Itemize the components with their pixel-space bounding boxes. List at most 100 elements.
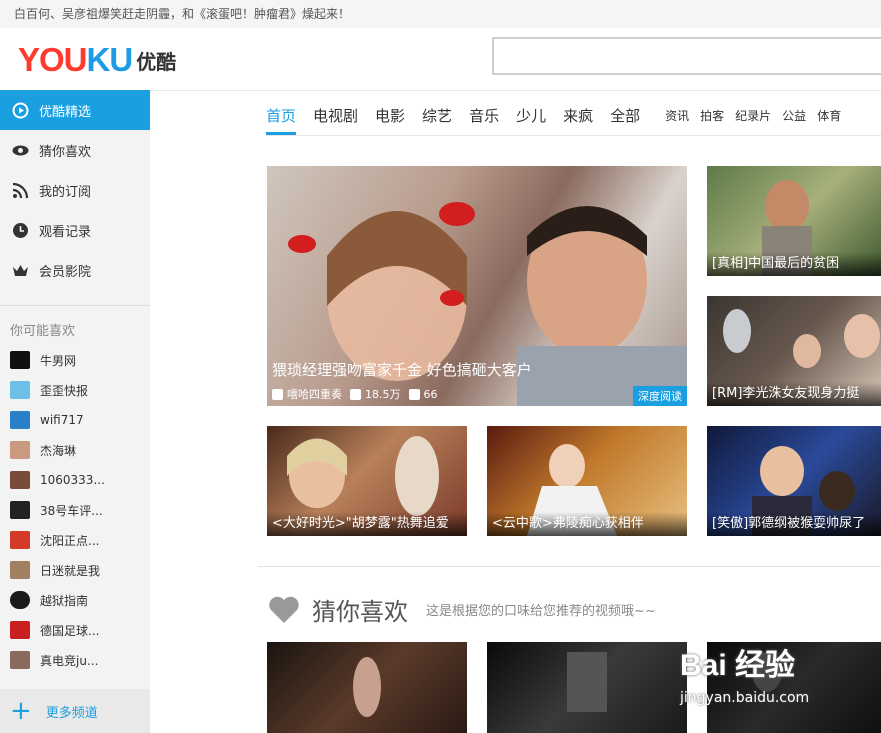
logo-text-ku: KU bbox=[86, 41, 134, 78]
search-input[interactable] bbox=[494, 39, 881, 73]
channel-avatar bbox=[10, 411, 30, 429]
video-card[interactable]: [RM]李光洙女友现身力挺 bbox=[707, 296, 881, 406]
tab-music[interactable]: 音乐 bbox=[469, 105, 499, 135]
channel-item[interactable]: 日迷就是我 bbox=[0, 555, 150, 585]
deep-read-badge[interactable]: 深度阅读 bbox=[633, 386, 687, 406]
tab-documentary[interactable]: 纪录片 bbox=[735, 107, 771, 135]
play-circle-icon bbox=[12, 102, 29, 119]
youku-logo[interactable]: YOUKU 优酷 bbox=[18, 41, 177, 78]
video-card[interactable]: <云中歌>弗陵痴心获相伴 bbox=[487, 426, 687, 536]
sidebar-item-subscriptions[interactable]: 我的订阅 bbox=[0, 170, 150, 210]
channel-avatar bbox=[10, 561, 30, 579]
logo-text-cn: 优酷 bbox=[136, 49, 177, 74]
channel-avatar bbox=[10, 501, 30, 519]
eye-icon bbox=[12, 142, 29, 159]
tab-home[interactable]: 首页 bbox=[266, 105, 297, 135]
sidebar-item-guess-you-like[interactable]: 猜你喜欢 bbox=[0, 130, 150, 170]
channel-name: wifi717 bbox=[40, 413, 84, 427]
sidebar-item-label: 猜你喜欢 bbox=[39, 144, 92, 160]
video-caption: <云中歌>弗陵痴心获相伴 bbox=[487, 512, 687, 536]
tab-variety[interactable]: 综艺 bbox=[422, 105, 452, 135]
channel-item[interactable]: 牛男网 bbox=[0, 345, 150, 375]
tab-sports[interactable]: 体育 bbox=[817, 107, 841, 135]
video-card[interactable] bbox=[487, 642, 687, 733]
channel-item[interactable]: 38号车评... bbox=[0, 495, 150, 525]
baidu-watermark: Bai 经验 bbox=[680, 649, 796, 682]
hero-comments: 66 bbox=[423, 387, 438, 401]
baidu-watermark-url: jingyan.baidu.com bbox=[680, 690, 810, 706]
tab-tv-series[interactable]: 电视剧 bbox=[313, 105, 358, 135]
channel-item[interactable]: 德国足球... bbox=[0, 615, 150, 645]
video-thumbnail bbox=[353, 657, 381, 717]
hero-uploader: 嘻哈四重奏 bbox=[287, 388, 342, 401]
video-card[interactable]: [笑傲]郭德纲被猴耍帅尿了 bbox=[707, 426, 881, 536]
channel-avatar bbox=[10, 591, 30, 609]
channel-name: 真电竞ju... bbox=[40, 653, 99, 668]
channel-avatar bbox=[10, 441, 30, 459]
top-news-ticker[interactable]: 白百何、吴彦祖爆笑赶走阴霾，和《滚蛋吧！肿瘤君》燥起来！ bbox=[0, 0, 881, 28]
video-caption: <大好时光>"胡梦露"热舞追爱 bbox=[267, 512, 467, 536]
channel-name: 1060333... bbox=[40, 473, 105, 487]
tab-kids[interactable]: 少儿 bbox=[516, 105, 546, 135]
channel-avatar bbox=[10, 351, 30, 369]
crown-icon bbox=[12, 262, 29, 279]
more-channels-button[interactable]: + 更多频道 bbox=[0, 689, 150, 733]
header: YOUKU 优酷 bbox=[0, 28, 881, 91]
more-channels-label: 更多频道 bbox=[45, 705, 98, 721]
tab-news[interactable]: 资讯 bbox=[665, 107, 689, 135]
channel-name: 杰海琳 bbox=[40, 443, 77, 458]
tab-all[interactable]: 全部 bbox=[610, 105, 640, 135]
section-divider bbox=[258, 566, 881, 567]
tab-movies[interactable]: 电影 bbox=[375, 105, 405, 135]
video-card[interactable]: <大好时光>"胡梦露"热舞追爱 bbox=[267, 426, 467, 536]
video-card[interactable] bbox=[267, 642, 467, 733]
logo-text-you: YOU bbox=[18, 41, 88, 78]
comment-icon bbox=[408, 388, 420, 400]
tab-charity[interactable]: 公益 bbox=[782, 107, 806, 135]
tab-paike[interactable]: 拍客 bbox=[700, 107, 724, 135]
channel-item[interactable]: 越狱指南 bbox=[0, 585, 150, 615]
channel-item[interactable]: 真电竞ju... bbox=[0, 645, 150, 675]
uploader-icon bbox=[272, 388, 283, 400]
channel-name: 38号车评... bbox=[40, 503, 103, 518]
video-card[interactable]: [真相]中国最后的贫困 bbox=[707, 166, 881, 276]
channel-name: 沈阳正点... bbox=[40, 533, 100, 548]
video-caption: [真相]中国最后的贫困 bbox=[707, 252, 881, 276]
category-nav: 首页 电视剧 电影 综艺 音乐 少儿 来疯 全部 资讯 拍客 纪录片 公益 体育 bbox=[266, 90, 881, 136]
channel-item[interactable]: 沈阳正点... bbox=[0, 525, 150, 555]
clock-icon bbox=[12, 222, 29, 239]
channel-avatar bbox=[10, 651, 30, 669]
sidebar: 优酷精选 猜你喜欢 我的订阅 观看记录 会员影院 你可能喜欢 牛男网 歪歪快报 … bbox=[0, 90, 150, 733]
section-subtitle: 这是根据您的口味给您推荐的视频哦~~ bbox=[426, 604, 656, 619]
channel-name: 德国足球... bbox=[40, 623, 100, 638]
channel-name: 歪歪快报 bbox=[40, 383, 89, 398]
sidebar-item-watch-history[interactable]: 观看记录 bbox=[0, 210, 150, 250]
sidebar-item-label: 观看记录 bbox=[39, 224, 92, 240]
hero-meta: 嘻哈四重奏 18.5万 66 bbox=[272, 386, 446, 402]
rss-icon bbox=[12, 182, 29, 199]
search-box[interactable] bbox=[492, 37, 881, 75]
sidebar-item-vip-theater[interactable]: 会员影院 bbox=[0, 250, 150, 290]
section-title: 猜你喜欢 bbox=[312, 598, 408, 626]
channel-avatar bbox=[10, 621, 30, 639]
channel-item[interactable]: wifi717 bbox=[0, 405, 150, 435]
hero-video-card[interactable]: 猥琐经理强吻富家千金 好色搞砸大客户 嘻哈四重奏 18.5万 66 深度阅读 bbox=[267, 166, 687, 406]
sidebar-item-label: 会员影院 bbox=[39, 264, 92, 280]
channel-item[interactable]: 1060333... bbox=[0, 465, 150, 495]
channel-name: 牛男网 bbox=[40, 353, 77, 368]
channel-item[interactable]: 歪歪快报 bbox=[0, 375, 150, 405]
channel-item[interactable]: 杰海琳 bbox=[0, 435, 150, 465]
sidebar-item-youku-picks[interactable]: 优酷精选 bbox=[0, 90, 150, 130]
play-count-icon bbox=[350, 388, 361, 400]
channel-avatar bbox=[10, 471, 30, 489]
heart-icon bbox=[269, 596, 299, 623]
sidebar-item-label: 我的订阅 bbox=[39, 184, 92, 200]
channel-name: 日迷就是我 bbox=[40, 563, 101, 578]
channel-name: 越狱指南 bbox=[40, 593, 89, 608]
guess-section-header: 猜你喜欢 这是根据您的口味给您推荐的视频哦~~ bbox=[268, 592, 656, 627]
sidebar-item-label: 优酷精选 bbox=[39, 104, 92, 120]
video-thumbnail bbox=[567, 652, 607, 712]
hero-title: 猥琐经理强吻富家千金 好色搞砸大客户 bbox=[272, 361, 532, 379]
video-caption: [RM]李光洙女友现身力挺 bbox=[707, 382, 881, 406]
tab-laifeng[interactable]: 来疯 bbox=[563, 105, 593, 135]
